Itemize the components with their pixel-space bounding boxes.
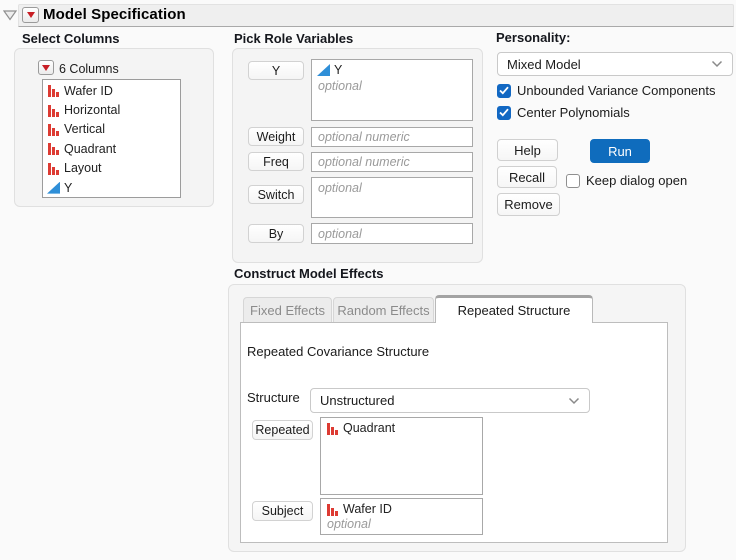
- subject-role-button[interactable]: Subject: [252, 501, 313, 521]
- checkbox[interactable]: [497, 105, 511, 120]
- disclosure-triangle-icon[interactable]: [3, 9, 17, 21]
- weight-placeholder: optional numeric: [318, 130, 410, 144]
- remove-button[interactable]: Remove: [497, 193, 560, 216]
- pick-roles-header: Pick Role Variables: [234, 31, 354, 46]
- y-role-button[interactable]: Y: [248, 61, 304, 80]
- checkbox-label: Unbounded Variance Components: [517, 83, 716, 98]
- weight-role-box[interactable]: optional numeric: [311, 127, 473, 147]
- by-placeholder: optional: [318, 227, 362, 241]
- tab-repeated-structure[interactable]: Repeated Structure: [435, 295, 593, 323]
- role-item-name: Quadrant: [343, 421, 396, 435]
- y-optional-text: optional: [318, 79, 362, 93]
- structure-select[interactable]: Unstructured: [310, 388, 590, 413]
- y-role-box[interactable]: Y optional: [311, 59, 473, 121]
- keep-dialog-checkbox[interactable]: [566, 173, 580, 188]
- personality-label: Personality:: [496, 30, 571, 45]
- covariance-structure-label: Repeated Covariance Structure: [247, 344, 430, 359]
- personality-options: Unbounded Variance Components Center Pol…: [497, 83, 716, 127]
- repeated-role-box[interactable]: Quadrant: [320, 417, 483, 495]
- repeated-role-button[interactable]: Repeated: [252, 420, 313, 440]
- column-type-icon: [326, 421, 339, 435]
- freq-placeholder: optional numeric: [318, 155, 410, 169]
- column-name: Layout: [64, 161, 102, 176]
- column-item[interactable]: Vertical: [43, 120, 180, 139]
- column-name: Y: [64, 180, 73, 195]
- chevron-down-icon: [711, 60, 723, 68]
- structure-label: Structure: [247, 390, 300, 405]
- weight-role-button[interactable]: Weight: [248, 127, 304, 146]
- freq-role-button[interactable]: Freq: [248, 152, 304, 171]
- switch-role-button[interactable]: Switch: [248, 185, 304, 204]
- personality-value: Mixed Model: [507, 56, 581, 72]
- column-item[interactable]: Layout: [43, 159, 180, 178]
- columns-menu-button[interactable]: [38, 60, 54, 75]
- column-name: Quadrant: [64, 141, 117, 156]
- keep-dialog-label: Keep dialog open: [586, 173, 688, 188]
- columns-listbox[interactable]: Wafer ID Horizontal Vertical Quadrant La…: [42, 79, 181, 198]
- role-item-name: Wafer ID: [343, 502, 392, 516]
- column-type-icon: [317, 64, 330, 76]
- switch-role-box[interactable]: optional: [311, 177, 473, 218]
- column-name: Vertical: [64, 122, 105, 137]
- red-triangle-icon: [26, 12, 35, 18]
- column-name: Horizontal: [64, 103, 121, 118]
- column-type-icon: [47, 103, 60, 117]
- column-type-icon: [47, 181, 60, 194]
- subject-optional-text: optional: [327, 517, 371, 531]
- role-item-name: Y: [334, 63, 343, 77]
- role-item[interactable]: Wafer ID: [321, 499, 482, 516]
- model-effects-header: Construct Model Effects: [234, 266, 384, 281]
- column-item[interactable]: Y: [43, 178, 180, 197]
- column-type-icon: [47, 122, 60, 136]
- page-title: Model Specification: [43, 6, 186, 23]
- structure-value: Unstructured: [320, 393, 395, 408]
- subject-role-box[interactable]: Wafer ID optional: [320, 498, 483, 535]
- help-button[interactable]: Help: [497, 139, 558, 161]
- column-item[interactable]: Quadrant: [43, 139, 180, 158]
- checkbox[interactable]: [497, 83, 511, 98]
- red-triangle-icon: [42, 64, 50, 71]
- column-type-icon: [47, 84, 60, 98]
- keep-dialog-row[interactable]: Keep dialog open: [566, 173, 687, 188]
- tab-fixed-effects[interactable]: Fixed Effects: [243, 297, 332, 322]
- recall-button[interactable]: Recall: [497, 166, 557, 188]
- check-icon: [499, 86, 509, 95]
- columns-count-label: 6 Columns: [59, 62, 119, 76]
- role-item[interactable]: Y: [312, 60, 472, 77]
- checkbox-label: Center Polynomials: [517, 105, 630, 120]
- column-type-icon: [326, 502, 339, 516]
- role-item[interactable]: Quadrant: [321, 418, 482, 435]
- run-button[interactable]: Run: [590, 139, 650, 163]
- by-role-button[interactable]: By: [248, 224, 304, 243]
- freq-role-box[interactable]: optional numeric: [311, 152, 473, 172]
- personality-select[interactable]: Mixed Model: [497, 52, 733, 76]
- select-columns-header: Select Columns: [22, 31, 120, 46]
- by-role-box[interactable]: optional: [311, 223, 473, 244]
- column-type-icon: [47, 161, 60, 175]
- check-icon: [499, 108, 509, 117]
- checkbox-row[interactable]: Unbounded Variance Components: [497, 83, 716, 98]
- switch-placeholder: optional: [318, 181, 362, 195]
- chevron-down-icon: [568, 397, 580, 404]
- red-triangle-menu-button[interactable]: [22, 7, 39, 23]
- column-name: Wafer ID: [64, 83, 113, 98]
- column-item[interactable]: Horizontal: [43, 100, 180, 119]
- tab-random-effects[interactable]: Random Effects: [333, 297, 434, 322]
- column-type-icon: [47, 142, 60, 156]
- column-item[interactable]: Wafer ID: [43, 81, 180, 100]
- checkbox-row[interactable]: Center Polynomials: [497, 105, 716, 120]
